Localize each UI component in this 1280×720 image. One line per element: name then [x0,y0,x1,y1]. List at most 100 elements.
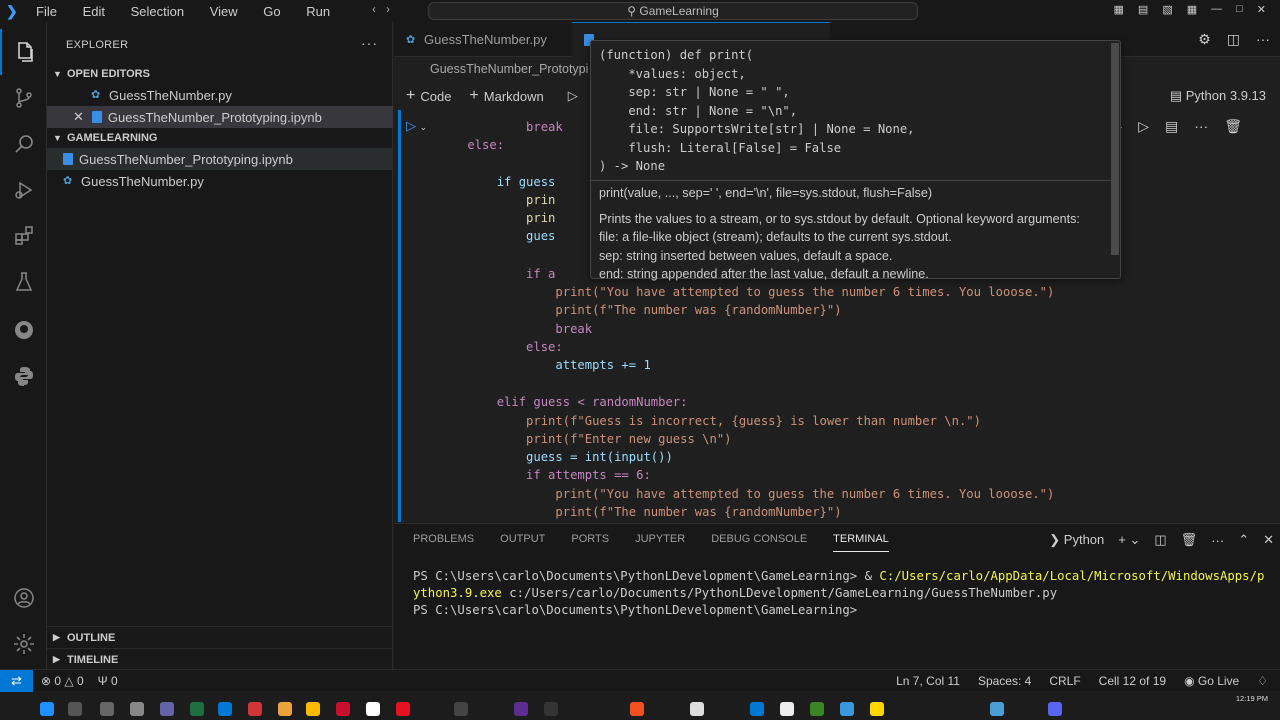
add-code-cell-button[interactable]: + Code [406,87,451,105]
minecraft-icon[interactable] [810,702,824,716]
cursor-position[interactable]: Ln 7, Col 11 [896,674,960,688]
file-item[interactable]: ✿ GuessTheNumber.py [47,170,393,192]
more-actions-icon[interactable]: ··· [1256,31,1270,48]
workspace-header[interactable]: ▼ GAMELEARNING [47,127,393,149]
accounts-icon[interactable] [0,575,47,621]
file-item[interactable]: GuessTheNumber_Prototyping.ipynb [47,148,393,170]
tab-ports[interactable]: PORTS [571,533,609,552]
split-editor-icon[interactable]: ◫ [1227,31,1240,48]
taskbar-app-icon[interactable] [514,702,528,716]
ports-status[interactable]: Ψ 0 [98,674,118,688]
split-terminal-icon[interactable]: ◫ [1154,532,1166,548]
github-icon[interactable] [0,307,47,353]
taskbar-app-icon[interactable] [990,702,1004,716]
run-all-icon[interactable]: ▷ [568,88,578,104]
source-control-icon[interactable] [0,75,47,121]
code-line: print("You have attempted to guess the n… [438,283,1054,301]
close-window-icon[interactable]: ✕ [1257,3,1266,16]
menu-go[interactable]: Go [263,4,280,19]
menu-edit[interactable]: Edit [83,4,105,19]
close-panel-icon[interactable]: ✕ [1263,532,1274,548]
taskbar-app-icon[interactable] [750,702,764,716]
taskbar-search-icon[interactable] [68,702,82,716]
tab-problems[interactable]: PROBLEMS [413,533,474,552]
teams-icon[interactable] [160,702,174,716]
kill-terminal-icon[interactable]: 🗑 [1181,532,1198,548]
terminal-shell-selector[interactable]: ❯ Python [1049,532,1104,548]
customize-layout-icon[interactable]: ▦ [1187,3,1197,16]
code-line: if guess [438,173,556,191]
minimize-icon[interactable]: — [1211,3,1222,16]
run-debug-icon[interactable] [0,167,47,213]
taskbar-app-icon[interactable] [366,702,380,716]
taskbar-app-icon[interactable] [130,702,144,716]
indentation[interactable]: Spaces: 4 [978,674,1031,688]
more-actions-icon[interactable]: ··· [361,35,378,51]
hover-tooltip: (function) def print( *values: object, s… [590,40,1121,281]
search-sidebar-icon[interactable] [0,121,47,167]
outline-header[interactable]: ▶ OUTLINE [47,626,393,648]
taskbar-app-icon[interactable] [840,702,854,716]
layout-secondary-icon[interactable]: ▧ [1162,3,1172,16]
kernel-picker[interactable]: ▤ Python 3.9.13 [1170,88,1266,104]
maximize-panel-icon[interactable]: ⌃ [1238,532,1249,548]
file-explorer-icon[interactable] [306,702,320,716]
taskbar-app-icon[interactable] [248,702,262,716]
taskbar-app-icon[interactable] [396,702,410,716]
vscode-taskbar-icon[interactable] [218,702,232,716]
explorer-icon[interactable] [0,29,47,75]
kernel-label: Python 3.9.13 [1185,88,1266,103]
windows-start-icon[interactable] [40,702,54,716]
maximize-icon[interactable]: □ [1236,3,1243,16]
windows-taskbar: 12:19 PM [0,692,1280,720]
testing-icon[interactable] [0,259,47,305]
problems-status[interactable]: ⊗ 0 △ 0 [41,674,84,688]
menu-selection[interactable]: Selection [131,4,184,19]
go-live-button[interactable]: ◉ Go Live [1184,674,1239,688]
settings-gear-icon[interactable]: ⚙ [1198,31,1211,48]
taskbar-app-icon[interactable] [454,702,468,716]
close-icon[interactable]: ✕ [73,109,84,125]
taskbar-app-icon[interactable] [336,702,350,716]
terminal-output[interactable]: PS C:\Users\carlo\Documents\PythonLDevel… [413,568,1264,619]
extensions-icon[interactable] [0,213,47,259]
menu-run[interactable]: Run [306,4,330,19]
more-actions-icon[interactable]: ··· [1211,533,1224,548]
code-text: if guess [438,175,556,189]
hover-scrollbar[interactable] [1111,43,1119,255]
tab-terminal[interactable]: TERMINAL [833,533,889,552]
open-editor-item[interactable]: ✕ GuessTheNumber_Prototyping.ipynb [47,106,393,128]
nav-back-forward-icon[interactable]: ‹ › [372,2,390,16]
tab-output[interactable]: OUTPUT [500,533,545,552]
layout-sidebar-icon[interactable]: ▦ [1114,3,1124,16]
menu-file[interactable]: File [36,4,57,19]
taskbar-app-icon[interactable] [690,702,704,716]
tab-debug-console[interactable]: DEBUG CONSOLE [711,533,807,552]
chevron-right-icon: ▶ [53,632,60,642]
excel-icon[interactable] [190,702,204,716]
task-view-icon[interactable] [100,702,114,716]
new-terminal-icon[interactable]: + ⌄ [1118,532,1140,548]
manage-gear-icon[interactable] [0,621,47,667]
cell-indicator[interactable]: Cell 12 of 19 [1099,674,1166,688]
python-icon[interactable] [0,353,47,399]
chrome-icon[interactable] [278,702,292,716]
command-center-search[interactable]: ⚲ GameLearning [428,2,918,20]
add-markdown-cell-button[interactable]: + Markdown [469,87,543,105]
open-editors-header[interactable]: ▼ OPEN EDITORS [47,63,393,85]
tab-jupyter[interactable]: JUPYTER [635,533,685,552]
taskbar-app-icon[interactable] [544,702,558,716]
layout-panel-icon[interactable]: ▤ [1138,3,1148,16]
line-ending[interactable]: CRLF [1049,674,1080,688]
remote-indicator-icon[interactable]: ⇄ [0,670,33,692]
menu-view[interactable]: View [210,4,238,19]
open-editor-item[interactable]: ✿ GuessTheNumber.py [47,84,393,106]
taskbar-app-icon[interactable] [630,702,644,716]
notifications-bell-icon[interactable]: ♢ [1257,674,1268,688]
taskbar-clock[interactable]: 12:19 PM [1236,694,1268,704]
taskbar-app-icon[interactable] [780,702,794,716]
discord-icon[interactable] [1048,702,1062,716]
timeline-header[interactable]: ▶ TIMELINE [47,648,393,670]
taskbar-app-icon[interactable] [870,702,884,716]
tab-guessthenumber-py[interactable]: ✿ GuessTheNumber.py [394,22,559,57]
